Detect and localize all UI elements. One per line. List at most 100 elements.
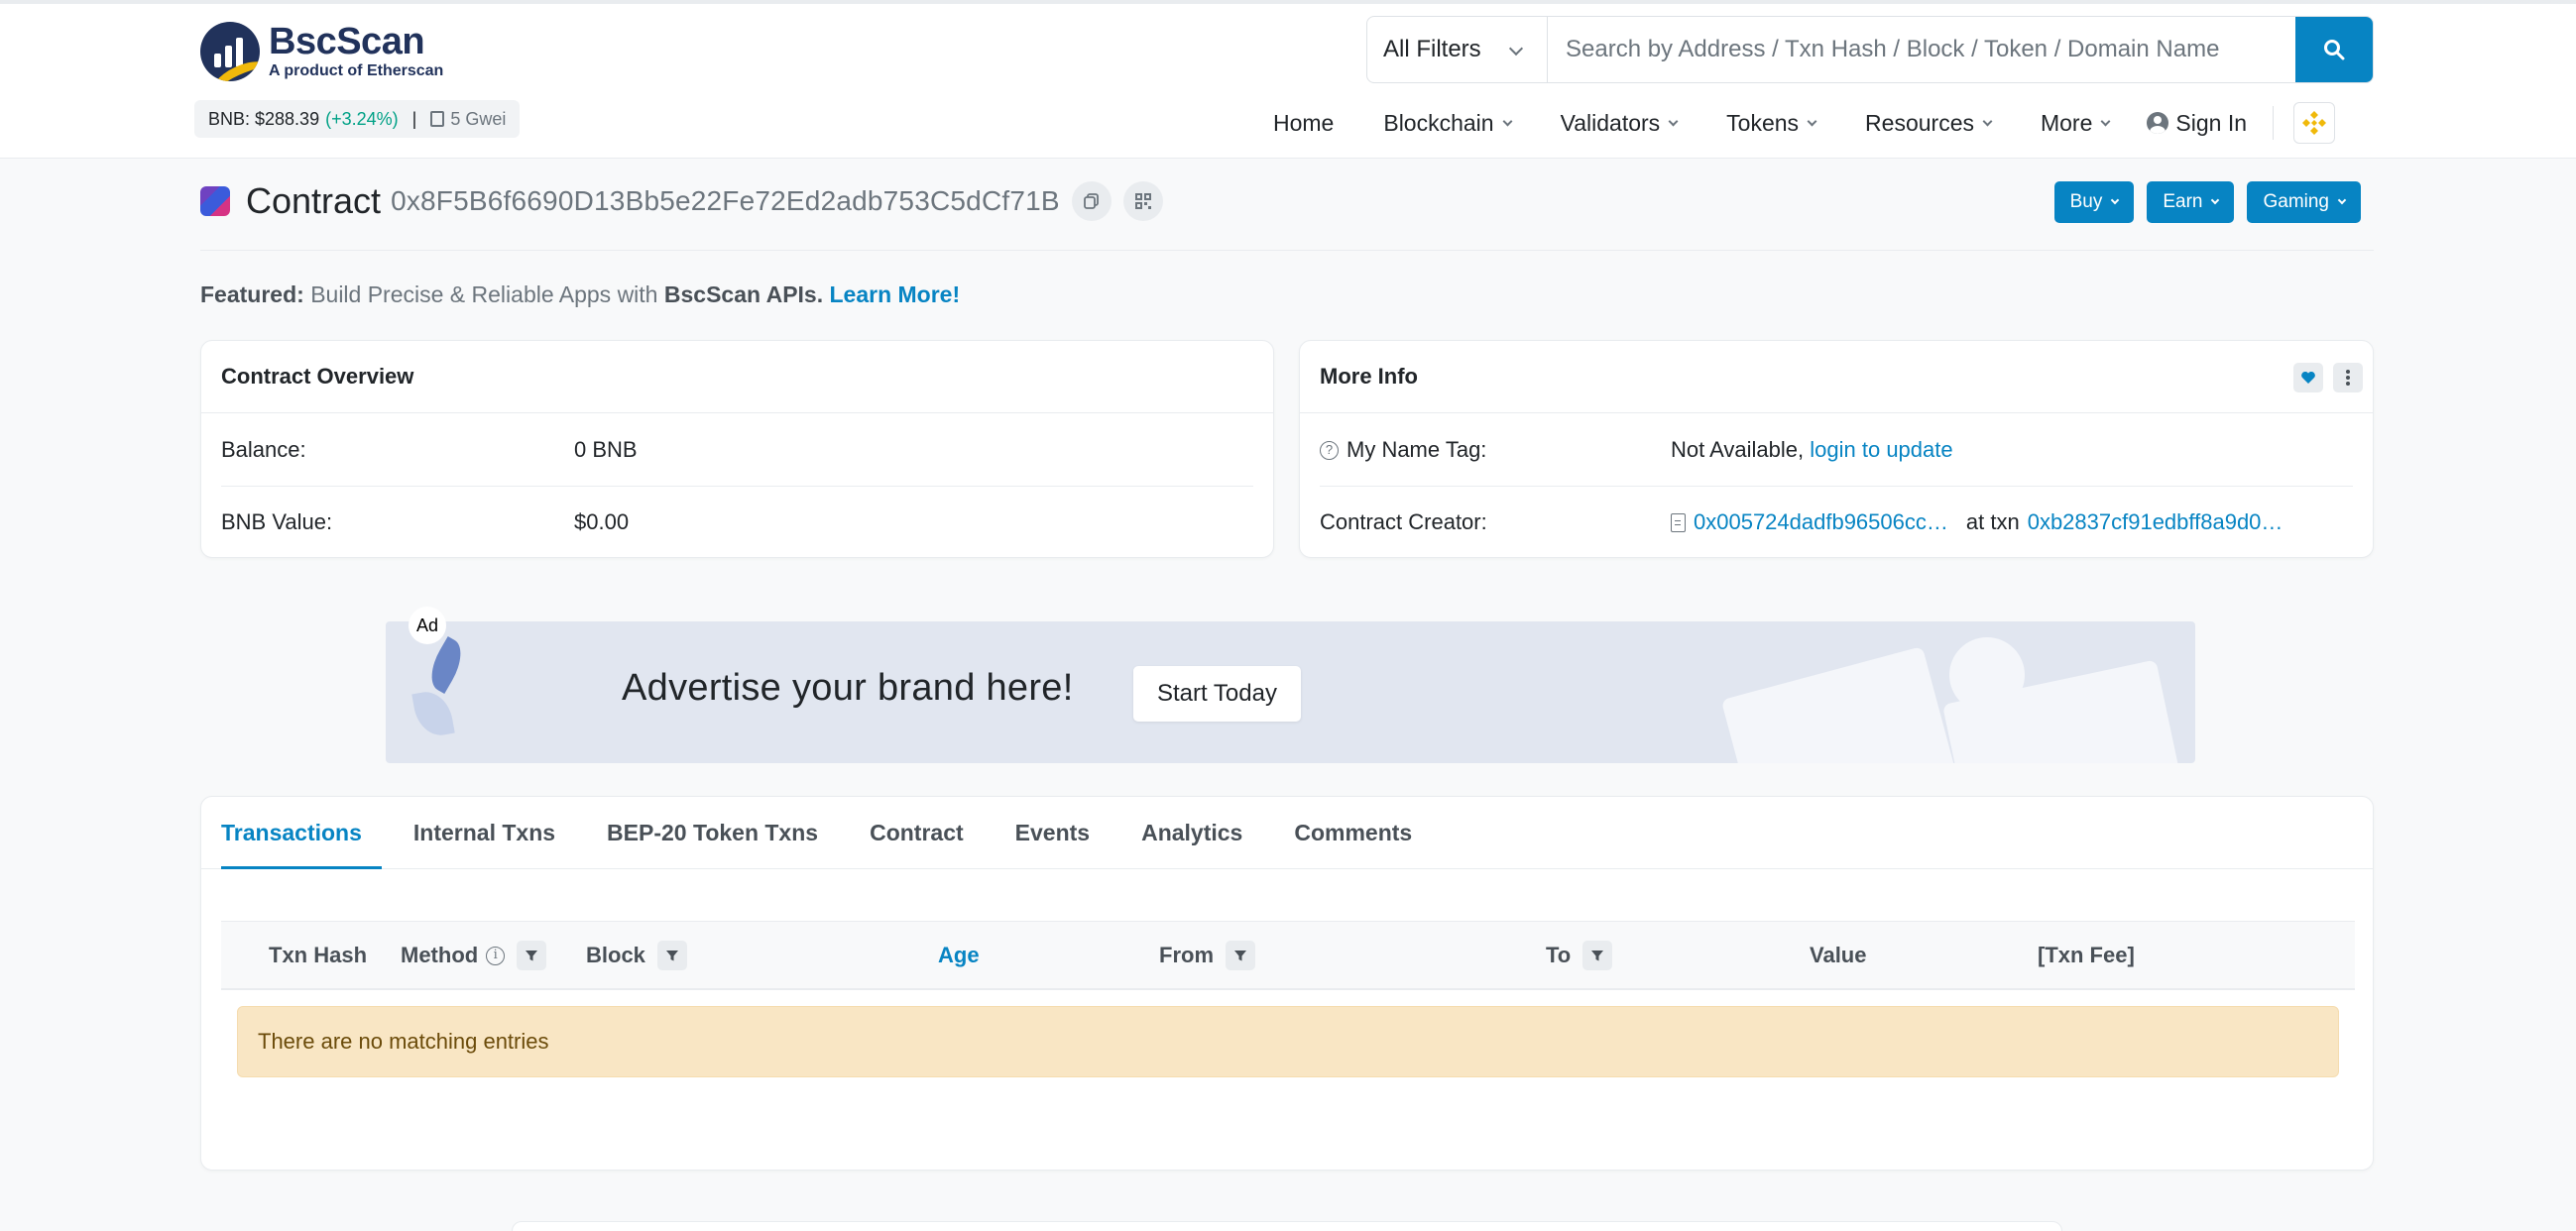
gas-value: 5 Gwei — [450, 108, 507, 129]
nav-home[interactable]: Home — [1273, 110, 1334, 137]
name-tag-row: ? My Name Tag: Not Available, login to u… — [1320, 414, 2353, 486]
question-icon[interactable]: ? — [1320, 440, 1339, 460]
contract-action-buttons: Buy Earn Gaming — [2042, 181, 2361, 223]
site-header: BscScan A product of Etherscan BNB: $288… — [0, 4, 2576, 159]
ad-label: Ad — [409, 607, 446, 644]
nav-blockchain[interactable]: Blockchain — [1383, 110, 1513, 137]
ad-pie-decoration — [1949, 637, 2025, 713]
earn-button[interactable]: Earn — [2147, 181, 2235, 223]
name-tag-label: My Name Tag: — [1347, 437, 1487, 462]
contract-title-row: Contract 0x8F5B6f6690D13Bb5e22Fe72Ed2adb… — [200, 176, 1163, 226]
tab-analytics[interactable]: Analytics — [1141, 797, 1242, 868]
tab-events[interactable]: Events — [1015, 797, 1090, 868]
filter-icon — [526, 951, 538, 961]
logo-tagline: A product of Etherscan — [269, 62, 444, 79]
gas-price[interactable]: 5 Gwei — [430, 109, 506, 130]
search-filter-select[interactable]: All Filters — [1367, 17, 1548, 82]
nav-resources[interactable]: Resources — [1865, 110, 1993, 137]
qr-code-button[interactable] — [1122, 181, 1163, 221]
creator-txn-link[interactable]: 0xb2837cf91edbff8a9d0… — [2028, 509, 2283, 535]
ad-banner[interactable]: Advertise your brand here! Start Today — [386, 621, 2195, 763]
main-nav: Home Blockchain Validators Tokens Resour… — [1273, 102, 2335, 144]
empty-table-message: There are no matching entries — [237, 1006, 2339, 1077]
contract-avatar — [200, 186, 230, 216]
chevron-down-icon — [2100, 116, 2111, 126]
col-txn-hash: Txn Hash — [269, 943, 368, 967]
tab-contract[interactable]: Contract — [870, 797, 964, 868]
creator-address-link[interactable]: 0x005724dadfb96506cc… — [1694, 509, 1948, 535]
nav-more[interactable]: More — [2041, 110, 2111, 137]
search-bar: All Filters — [1366, 16, 2374, 83]
search-input[interactable] — [1548, 17, 2295, 82]
ad-leaf-decoration — [421, 635, 471, 695]
to-filter-button[interactable] — [1582, 941, 1613, 970]
sign-in-link[interactable]: Sign In — [2147, 110, 2247, 137]
creator-label: Contract Creator: — [1320, 509, 1487, 534]
chevron-down-icon — [1502, 116, 1513, 126]
tab-bep20-token-txns[interactable]: BEP-20 Token Txns — [607, 797, 818, 868]
col-to: To — [1546, 922, 1613, 989]
start-today-button[interactable]: Start Today — [1133, 666, 1301, 722]
favorite-button[interactable] — [2293, 363, 2323, 392]
name-tag-value: Not Available, — [1671, 437, 1805, 462]
transactions-card: Transactions Internal Txns BEP-20 Token … — [200, 796, 2374, 1171]
next-section-card — [512, 1221, 2062, 1231]
more-vertical-icon — [2346, 370, 2350, 386]
col-block: Block — [586, 922, 687, 989]
card-title: More Info — [1300, 341, 2373, 413]
contract-overview-card: Contract Overview Balance: 0 BNB BNB Val… — [200, 340, 1274, 558]
contract-address: 0x8F5B6f6690D13Bb5e22Fe72Ed2adb753C5dCf7… — [391, 185, 1060, 216]
nav-divider — [2273, 106, 2274, 140]
bnb-logo-icon — [2302, 111, 2326, 135]
bnb-value: $0.00 — [574, 509, 630, 534]
logo-name: BscScan — [269, 21, 425, 62]
info-icon[interactable]: i — [486, 946, 506, 965]
nav-tokens[interactable]: Tokens — [1726, 110, 1817, 137]
block-filter-button[interactable] — [656, 941, 687, 970]
bnb-value-label: BNB Value: — [221, 509, 333, 534]
from-filter-button[interactable] — [1226, 941, 1255, 970]
tab-internal-txns[interactable]: Internal Txns — [413, 797, 555, 868]
chevron-down-icon — [1508, 41, 1524, 56]
bscscan-logo[interactable]: BscScan A product of Etherscan — [200, 22, 443, 81]
chevron-down-icon — [1807, 116, 1817, 126]
gaming-button[interactable]: Gaming — [2247, 181, 2361, 223]
col-age[interactable]: Age — [938, 922, 980, 989]
user-circle-icon — [2147, 112, 2169, 134]
bscscan-logo-icon — [200, 22, 260, 81]
learn-more-link[interactable]: Learn More! — [830, 281, 961, 307]
at-txn-label: at txn — [1965, 509, 2020, 534]
featured-text: Build Precise & Reliable Apps with — [310, 281, 658, 307]
search-button[interactable] — [2295, 17, 2373, 82]
title-divider — [200, 250, 2374, 251]
balance-value: 0 BNB — [574, 437, 638, 462]
tab-transactions[interactable]: Transactions — [221, 797, 382, 869]
method-filter-button[interactable] — [517, 941, 547, 970]
bnb-network-button[interactable] — [2293, 102, 2335, 144]
col-from: From — [1159, 922, 1255, 989]
copy-icon — [1083, 193, 1099, 209]
qr-code-icon — [1134, 193, 1151, 209]
featured-label: Featured: — [200, 281, 304, 307]
buy-button[interactable]: Buy — [2053, 181, 2135, 223]
filter-icon — [1234, 951, 1246, 961]
featured-bold: BscScan APIs. — [663, 281, 824, 307]
gas-pump-icon — [430, 111, 445, 127]
bnb-price-change: (+3.24%) — [325, 108, 399, 129]
ad-headline: Advertise your brand here! — [622, 667, 1074, 709]
table-header: Txn Hash Method i Block Age From To Valu… — [221, 921, 2355, 990]
col-value: Value — [1810, 943, 1867, 967]
contract-creator-row: Contract Creator: 0x005724dadfb96506cc… … — [1320, 487, 2353, 558]
chevron-down-icon — [1982, 116, 1993, 126]
more-options-button[interactable] — [2333, 363, 2363, 392]
search-icon — [2324, 40, 2345, 60]
tab-comments[interactable]: Comments — [1294, 797, 1412, 868]
nav-validators[interactable]: Validators — [1561, 110, 1679, 137]
col-txn-fee[interactable]: [Txn Fee] — [2038, 922, 2135, 989]
page-title: Contract — [246, 180, 382, 221]
copy-address-button[interactable] — [1071, 181, 1112, 221]
login-to-update-link[interactable]: login to update — [1810, 437, 1952, 463]
col-method: Method i — [401, 922, 547, 989]
featured-banner: Featured: Build Precise & Reliable Apps … — [200, 281, 960, 308]
search-filter-label: All Filters — [1383, 36, 1481, 62]
